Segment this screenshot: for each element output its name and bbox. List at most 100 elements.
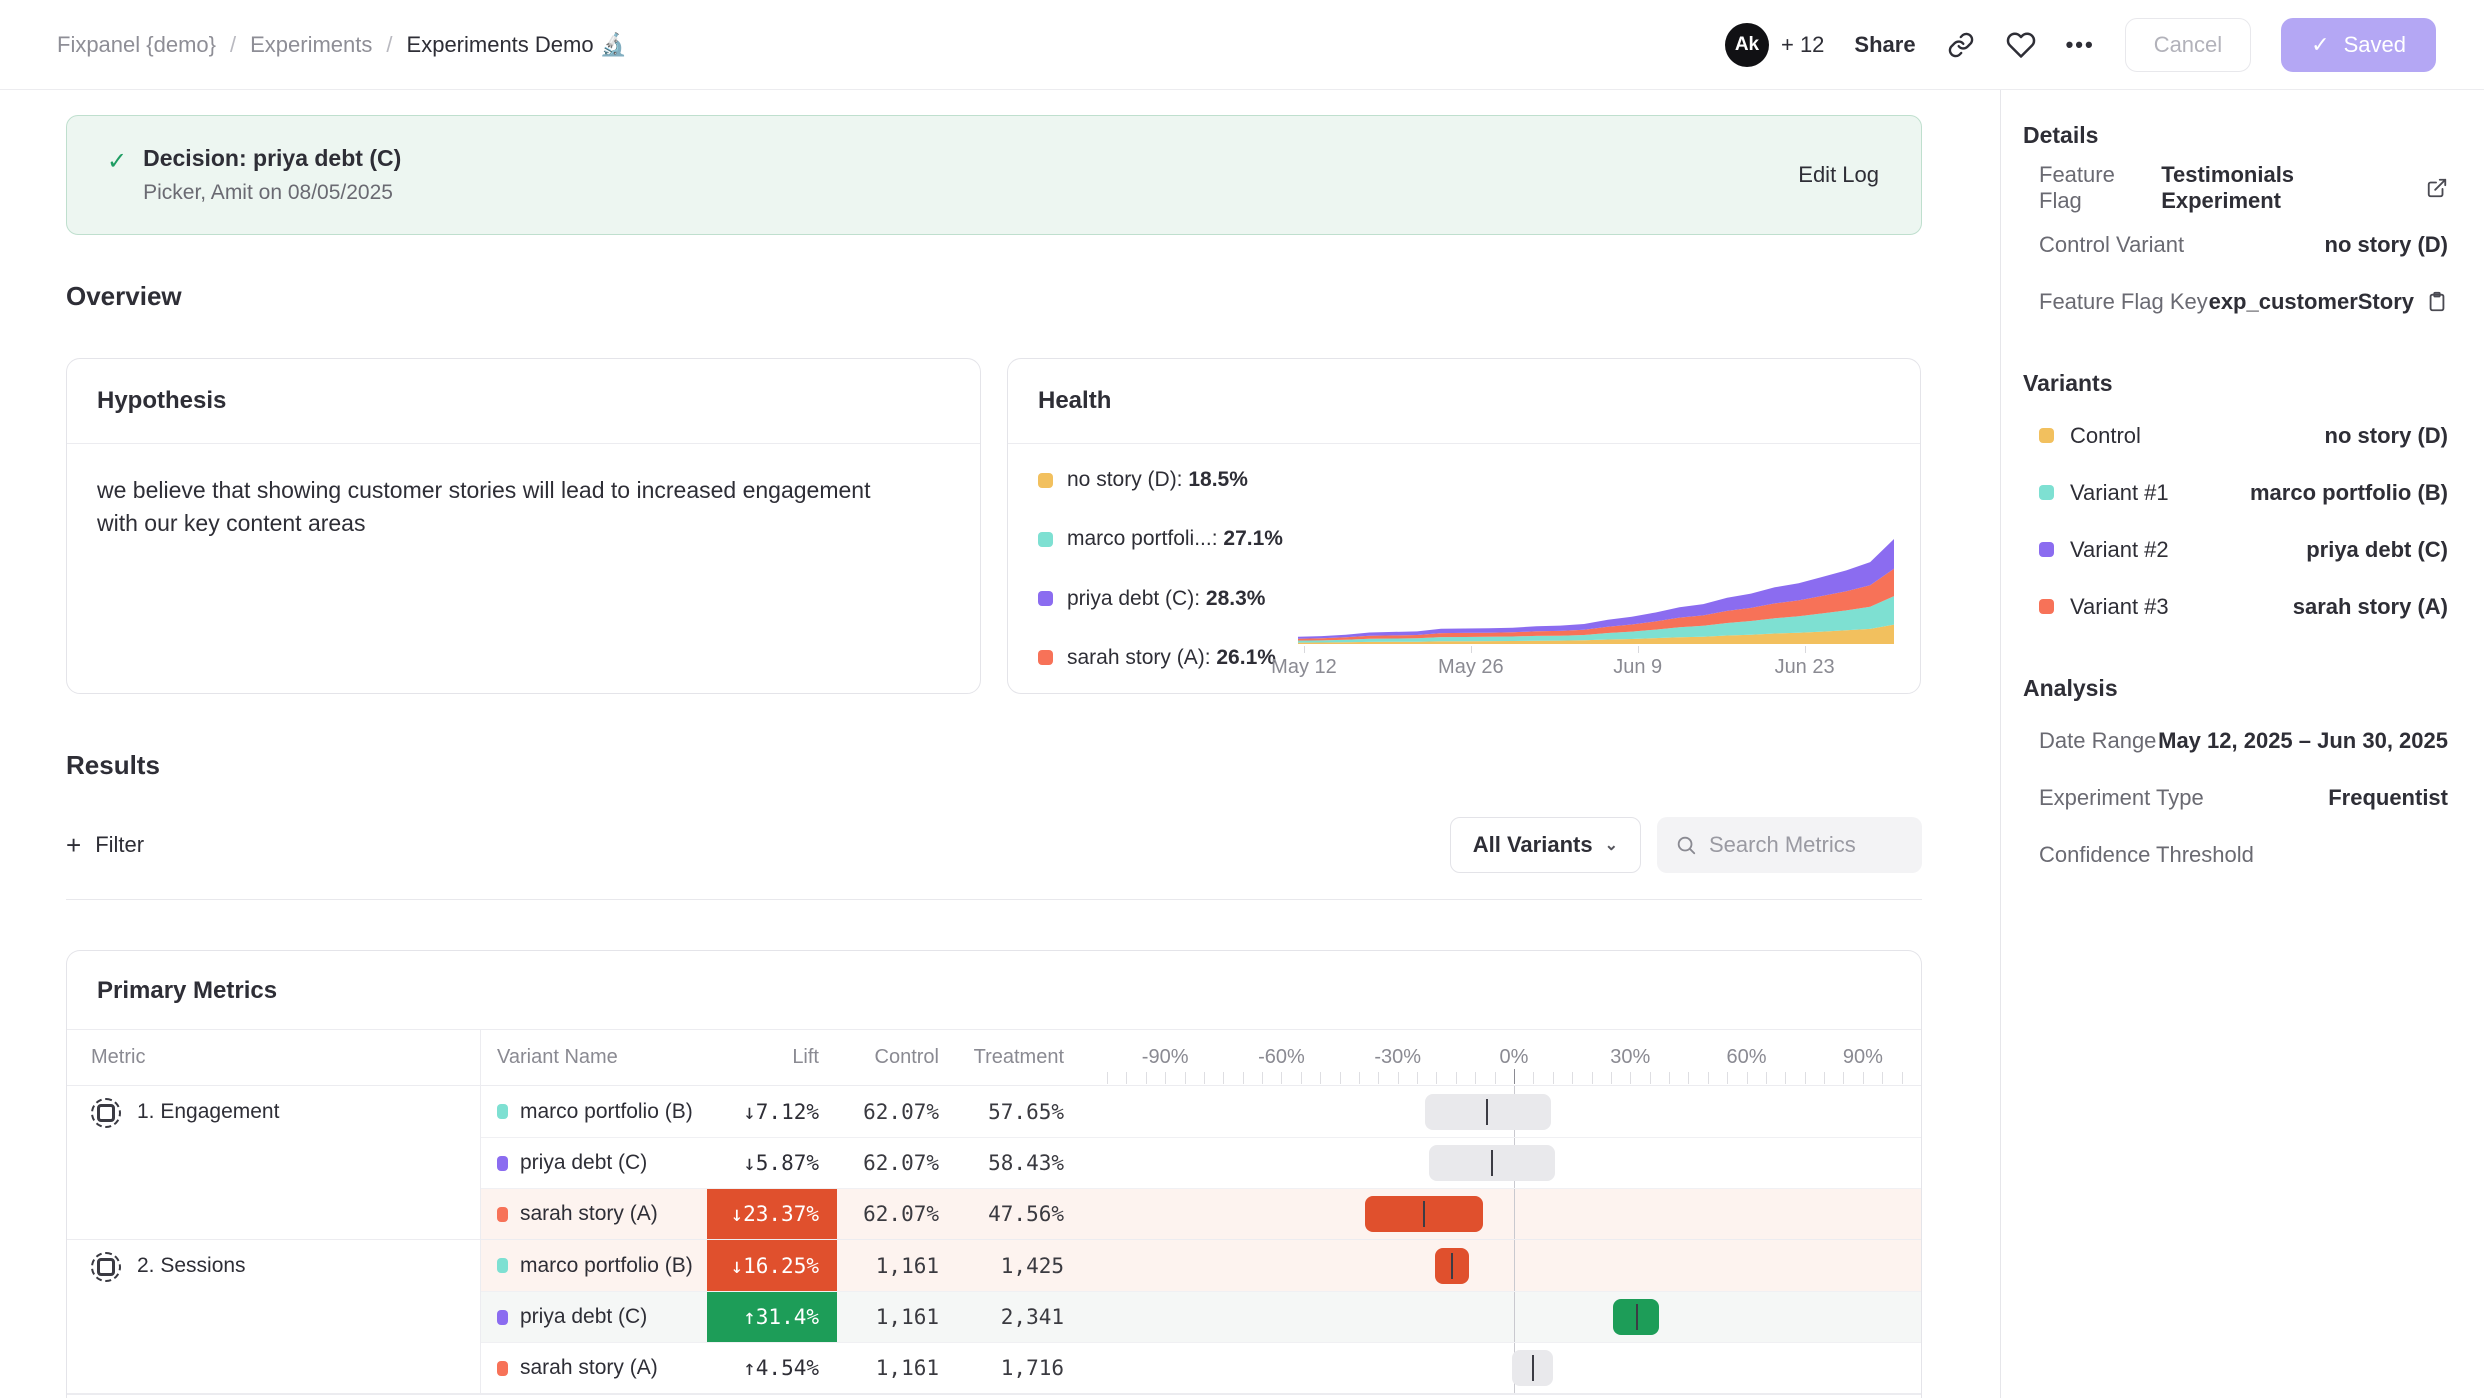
confidence-interval-cell xyxy=(1107,1343,1921,1393)
confidence-interval-cell xyxy=(1107,1292,1921,1342)
axis-minor-tick xyxy=(1902,1072,1903,1084)
lift-point-marker xyxy=(1636,1304,1638,1330)
copy-clipboard-icon[interactable] xyxy=(2426,291,2448,313)
axis-minor-tick xyxy=(1863,1072,1864,1084)
collaborators-count[interactable]: + 12 xyxy=(1781,32,1824,58)
lift-value: ↓5.87% xyxy=(707,1138,837,1188)
lift-axis-label: 30% xyxy=(1610,1046,1650,1069)
column-header-metric: Metric xyxy=(67,1030,481,1085)
x-axis-label: May 26 xyxy=(1438,656,1504,679)
legend-swatch xyxy=(1038,591,1053,606)
treatment-value: 1,716 xyxy=(957,1343,1082,1393)
hypothesis-title: Hypothesis xyxy=(67,359,980,444)
variant-list: Controlno story (D)Variant #1marco portf… xyxy=(2023,407,2448,635)
axis-minor-tick xyxy=(1126,1072,1127,1084)
metric-target-icon xyxy=(91,1252,121,1282)
table-row[interactable]: sarah story (A) ↑4.54%1,1611,716 xyxy=(481,1342,1921,1393)
table-row[interactable]: marco portfolio (B)↓16.25%1,1611,425 xyxy=(481,1240,1921,1291)
axis-minor-tick xyxy=(1107,1072,1108,1084)
breadcrumb-experiments[interactable]: Experiments xyxy=(250,32,372,58)
health-title: Health xyxy=(1008,359,1920,444)
treatment-value: 2,341 xyxy=(957,1292,1082,1342)
confidence-threshold-row: Confidence Threshold xyxy=(2023,826,2448,883)
axis-minor-tick xyxy=(1553,1072,1554,1084)
variants-dropdown-value: All Variants xyxy=(1473,832,1593,858)
variant-color-chip xyxy=(2039,599,2054,614)
legend-item: no story (D): 18.5% xyxy=(1038,468,1298,492)
more-menu-button[interactable]: ••• xyxy=(2066,32,2095,58)
variant-name: sarah story (A) xyxy=(520,1356,658,1380)
control-value: 62.07% xyxy=(837,1086,957,1137)
feature-flag-key-row: Feature Flag Key exp_customerStory xyxy=(2023,273,2448,330)
add-metric-button[interactable]: + Add xyxy=(67,1394,1921,1398)
metrics-search[interactable] xyxy=(1657,817,1922,873)
check-icon: ✓ xyxy=(2311,32,2329,58)
edit-log-button[interactable]: Edit Log xyxy=(1798,162,1879,188)
variant-rows: marco portfolio (B)↓16.25%1,1611,425priy… xyxy=(481,1240,1921,1393)
axis-minor-tick xyxy=(1378,1072,1379,1084)
axis-minor-tick xyxy=(1204,1072,1205,1084)
axis-minor-tick xyxy=(1243,1072,1244,1084)
variant-color-chip xyxy=(497,1156,508,1171)
cancel-button[interactable]: Cancel xyxy=(2125,18,2251,72)
treatment-value: 57.65% xyxy=(957,1086,1082,1137)
decision-title: Decision: priya debt (C) xyxy=(143,145,401,172)
table-row[interactable]: sarah story (A)↓23.37%62.07%47.56% xyxy=(481,1188,1921,1239)
main-content: ✓ Decision: priya debt (C) Picker, Amit … xyxy=(0,90,2000,1398)
variant-row: Variant #2priya debt (C) xyxy=(2023,521,2448,578)
avatar[interactable]: Ak xyxy=(1725,23,1769,67)
lift-axis-label: -90% xyxy=(1142,1046,1189,1069)
table-row[interactable]: priya debt (C)↓5.87%62.07%58.43% xyxy=(481,1137,1921,1188)
metric-cell[interactable]: 2. Sessions xyxy=(67,1240,481,1393)
right-sidebar: Details Feature Flag Testimonials Experi… xyxy=(2000,90,2484,1398)
lift-value: ↑4.54% xyxy=(707,1343,837,1393)
variant-name: priya debt (C) xyxy=(520,1151,647,1175)
column-header-control: Control xyxy=(837,1030,957,1085)
x-axis-label: May 12 xyxy=(1271,656,1337,679)
metric-group: 2. Sessions marco portfolio (B)↓16.25%1,1… xyxy=(67,1240,1921,1394)
metric-name: 2. Sessions xyxy=(137,1254,246,1278)
axis-minor-tick xyxy=(1340,1072,1341,1084)
lift-axis-label: 60% xyxy=(1727,1046,1767,1069)
saved-button-label: Saved xyxy=(2344,32,2406,58)
variant-name: marco portfolio (B) xyxy=(520,1100,693,1124)
search-input[interactable] xyxy=(1709,832,1899,858)
breadcrumb-project[interactable]: Fixpanel {demo} xyxy=(57,32,216,58)
add-filter-button[interactable]: + Filter xyxy=(66,830,144,861)
variants-dropdown[interactable]: All Variants ⌄ xyxy=(1450,817,1641,873)
saved-button[interactable]: ✓ Saved xyxy=(2281,18,2436,72)
legend-swatch xyxy=(1038,473,1053,488)
breadcrumb-current-page: Experiments Demo 🔬 xyxy=(407,32,628,58)
favorite-heart-icon[interactable] xyxy=(2006,30,2036,60)
x-axis-label: Jun 23 xyxy=(1775,656,1835,679)
copy-link-icon[interactable] xyxy=(1946,30,1976,60)
axis-minor-tick xyxy=(1320,1072,1321,1084)
hypothesis-body: we believe that showing customer stories… xyxy=(67,444,947,569)
lift-point-marker xyxy=(1423,1201,1425,1227)
axis-minor-tick xyxy=(1824,1072,1825,1084)
axis-zero-tick xyxy=(1514,1069,1515,1084)
control-value: 1,161 xyxy=(837,1343,957,1393)
analysis-heading: Analysis xyxy=(2023,675,2448,702)
filter-label: Filter xyxy=(95,832,144,858)
table-row[interactable]: priya debt (C)↑31.4%1,1612,341 xyxy=(481,1291,1921,1342)
table-body: 1. Engagementmarco portfolio (B)↓7.12%62… xyxy=(67,1086,1921,1394)
table-row[interactable]: marco portfolio (B)↓7.12%62.07%57.65% xyxy=(481,1086,1921,1137)
details-heading: Details xyxy=(2023,122,2448,149)
variant-value: sarah story (A) xyxy=(2293,594,2448,620)
external-link-icon[interactable] xyxy=(2426,177,2448,199)
health-legend: no story (D): 18.5%marco portfoli...: 27… xyxy=(1008,444,1298,694)
axis-minor-tick xyxy=(1650,1072,1651,1084)
axis-minor-tick xyxy=(1766,1072,1767,1084)
variant-label: Control xyxy=(2070,423,2141,449)
share-button[interactable]: Share xyxy=(1854,32,1915,58)
metric-cell[interactable]: 1. Engagement xyxy=(67,1086,481,1239)
variant-name: marco portfolio (B) xyxy=(520,1254,693,1278)
feature-flag-row: Feature Flag Testimonials Experiment xyxy=(2023,159,2448,216)
variant-color-chip xyxy=(497,1258,508,1273)
lift-axis-label: 90% xyxy=(1843,1046,1883,1069)
confidence-interval-cell xyxy=(1107,1240,1921,1291)
check-icon: ✓ xyxy=(107,147,127,205)
top-bar: Fixpanel {demo} / Experiments / Experime… xyxy=(0,0,2484,90)
hypothesis-card: Hypothesis we believe that showing custo… xyxy=(66,358,981,694)
